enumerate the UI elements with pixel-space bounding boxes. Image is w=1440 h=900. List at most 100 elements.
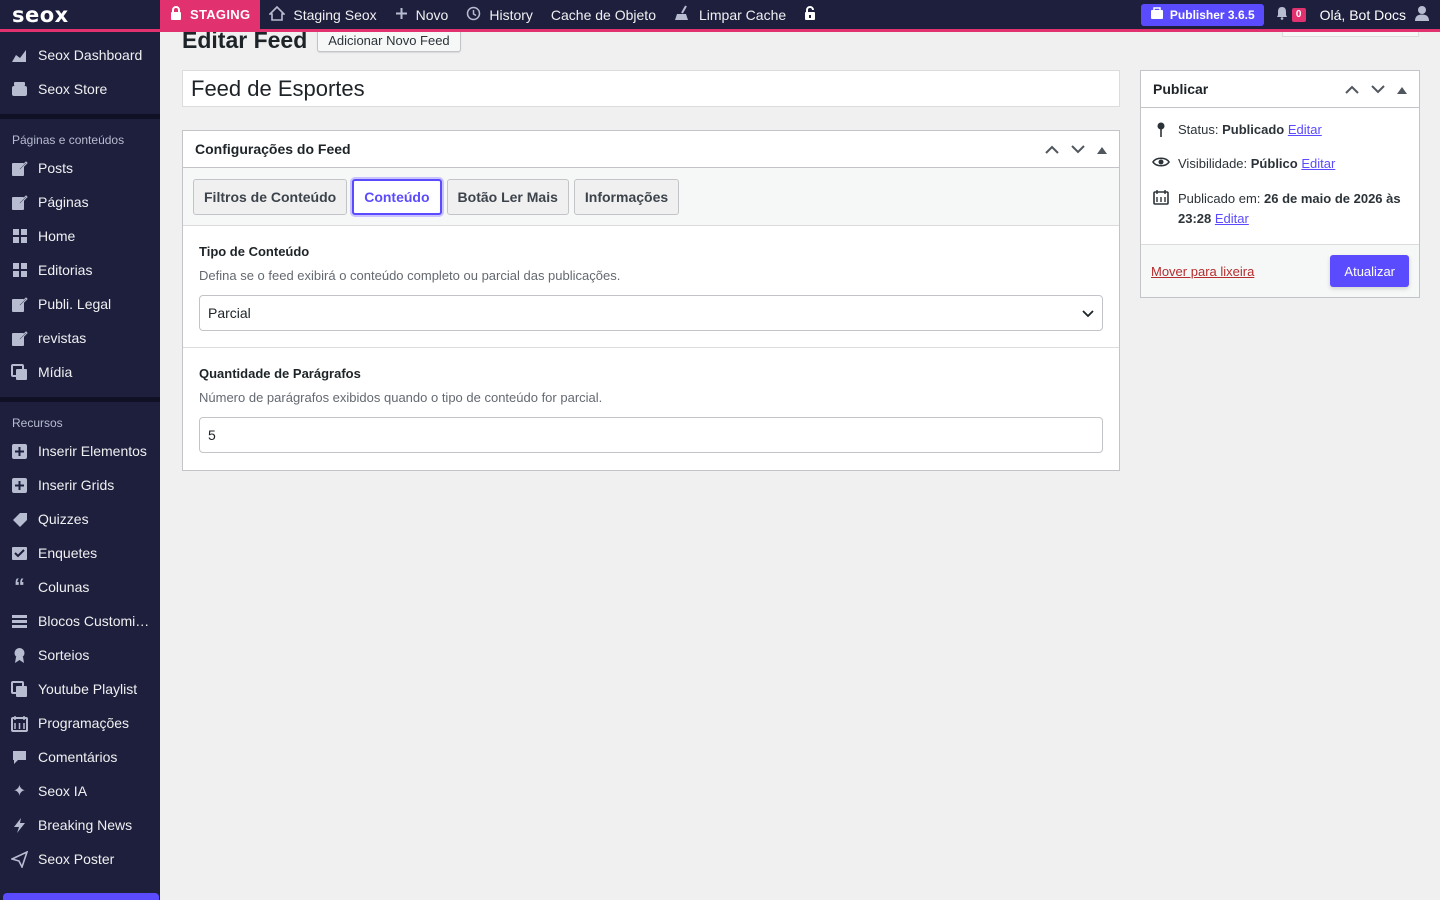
pin-icon (1152, 122, 1170, 138)
sidebar-item-revistas[interactable]: revistas (0, 321, 160, 355)
toggle-triangle-icon[interactable] (1397, 81, 1407, 97)
sparkle-icon: ✦ (12, 783, 27, 800)
content-type-select[interactable]: Parcial (199, 295, 1103, 331)
sidebar-item-inserir-elementos[interactable]: Inserir Elementos (0, 434, 160, 468)
paragraphs-input[interactable]: 5 (199, 417, 1103, 453)
metabox-controls (1045, 141, 1107, 157)
sidebar-item-seox-dashboard[interactable]: Seox Dashboard (0, 38, 160, 72)
staging-badge[interactable]: STAGING (160, 0, 261, 31)
grid-icon (10, 261, 29, 280)
chevron-down-icon[interactable] (1071, 141, 1085, 157)
seox-logo[interactable]: seox (0, 0, 160, 31)
site-link[interactable]: Staging Seox (260, 0, 385, 31)
sidebar-item-comentarios[interactable]: Comentários (0, 740, 160, 774)
sidebar-item-midia[interactable]: Mídia (0, 355, 160, 389)
new-label: Novo (415, 6, 449, 23)
site-label: Staging Seox (293, 6, 377, 23)
admin-sidebar: Seox Dashboard Seox Store Páginas e cont… (0, 0, 160, 900)
publish-controls (1345, 81, 1407, 97)
lightning-icon (10, 816, 29, 835)
object-cache-link[interactable]: Cache de Objeto (542, 0, 665, 31)
edit-icon (10, 295, 29, 314)
store-icon (10, 80, 29, 99)
sidebar-item-breaking-news[interactable]: Breaking News (0, 808, 160, 842)
sidebar-item-quizzes[interactable]: Quizzes (0, 502, 160, 536)
add-box-icon (10, 442, 29, 461)
bell-icon (1276, 6, 1288, 23)
history-link[interactable]: History (457, 0, 542, 31)
broom-icon (674, 5, 691, 24)
grid-icon (10, 227, 29, 246)
chevron-down-icon[interactable] (1371, 81, 1385, 97)
send-icon (10, 850, 29, 869)
media-icon (10, 363, 29, 382)
edit-date-link[interactable]: Editar (1215, 211, 1249, 226)
avatar-icon (1414, 5, 1430, 24)
unlock-button[interactable] (795, 0, 825, 31)
add-new-feed-button[interactable]: Adicionar Novo Feed (317, 29, 461, 52)
publisher-version-button[interactable]: Publisher 3.6.5 (1140, 3, 1264, 26)
tab-information[interactable]: Informações (573, 178, 680, 215)
sidebar-active-item-edge[interactable] (3, 893, 159, 900)
blocks-icon (10, 612, 29, 631)
sidebar-item-editorias[interactable]: Editorias (0, 253, 160, 287)
sidebar-item-seox-store[interactable]: Seox Store (0, 72, 160, 106)
sidebar-item-blocos-customizados[interactable]: Blocos Customizados (0, 604, 160, 638)
tab-content-filters[interactable]: Filtros de Conteúdo (193, 178, 348, 215)
publish-actions: Mover para lixeira Atualizar (1141, 244, 1419, 297)
tab-read-more-button[interactable]: Botão Ler Mais (446, 178, 569, 215)
toggle-triangle-icon[interactable] (1097, 141, 1107, 157)
sidebar-item-inserir-grids[interactable]: Inserir Grids (0, 468, 160, 502)
sidebar-item-seox-ia[interactable]: ✦ Seox IA (0, 774, 160, 808)
unlock-icon (804, 5, 816, 24)
staging-label: STAGING (190, 7, 251, 22)
sidebar-item-publi-legal[interactable]: Publi. Legal (0, 287, 160, 321)
content-type-label: Tipo de Conteúdo (199, 244, 310, 259)
published-date-row: Publicado em: 26 de maio de 2026 às 23:2… (1141, 189, 1419, 229)
publish-header: Publicar (1141, 71, 1419, 108)
publisher-version-label: Publisher 3.6.5 (1169, 7, 1255, 22)
clear-cache-link[interactable]: Limpar Cache (665, 0, 795, 31)
visibility-row: Visibilidade: Público Editar (1141, 156, 1419, 171)
metabox-header: Configurações do Feed (183, 131, 1119, 168)
calendar-icon (1152, 189, 1170, 205)
sidebar-item-pages[interactable]: Páginas (0, 185, 160, 219)
status-label: Status: (1178, 122, 1219, 137)
sidebar-item-sorteios[interactable]: Sorteios (0, 638, 160, 672)
chevron-down-icon (1082, 306, 1094, 322)
sidebar-separator (0, 397, 160, 402)
sidebar-item-enquetes[interactable]: Enquetes (0, 536, 160, 570)
visibility-label: Visibilidade: (1178, 156, 1248, 171)
edit-visibility-link[interactable]: Editar (1301, 156, 1335, 171)
status-row: Status: Publicado Editar (1141, 122, 1419, 138)
playlist-icon (10, 680, 29, 699)
sidebar-section-pages: Páginas e conteúdos (12, 133, 125, 147)
comment-icon (10, 748, 29, 767)
update-button[interactable]: Atualizar (1330, 255, 1409, 287)
new-menu[interactable]: Novo (386, 0, 458, 31)
user-greeting: Olá, Bot Docs (1319, 6, 1406, 23)
post-title-input[interactable]: Feed de Esportes (182, 70, 1120, 107)
publish-metabox: Publicar Status: Publicado Editar Visibi… (1140, 70, 1420, 298)
notifications-button[interactable]: 0 (1276, 6, 1306, 23)
eye-icon (1152, 156, 1170, 168)
chevron-up-icon[interactable] (1345, 81, 1359, 97)
move-to-trash-link[interactable]: Mover para lixeira (1151, 264, 1254, 279)
poll-icon (10, 544, 29, 563)
history-icon (466, 6, 481, 24)
tab-content[interactable]: Conteúdo (352, 178, 442, 215)
user-menu[interactable]: Olá, Bot Docs (1320, 5, 1430, 24)
feed-settings-metabox: Configurações do Feed Filtros de Conteúd… (182, 130, 1120, 471)
edit-status-link[interactable]: Editar (1288, 122, 1322, 137)
sidebar-separator (0, 114, 160, 119)
sidebar-item-home[interactable]: Home (0, 219, 160, 253)
edit-icon (10, 159, 29, 178)
sidebar-item-youtube-playlist[interactable]: Youtube Playlist (0, 672, 160, 706)
sidebar-item-seox-poster[interactable]: Seox Poster (0, 842, 160, 876)
sidebar-item-posts[interactable]: Posts (0, 151, 160, 185)
sidebar-item-colunas[interactable]: “Colunas (0, 570, 160, 604)
chevron-up-icon[interactable] (1045, 141, 1059, 157)
publish-title: Publicar (1153, 81, 1209, 97)
history-label: History (489, 6, 533, 23)
sidebar-item-programacoes[interactable]: Programações (0, 706, 160, 740)
